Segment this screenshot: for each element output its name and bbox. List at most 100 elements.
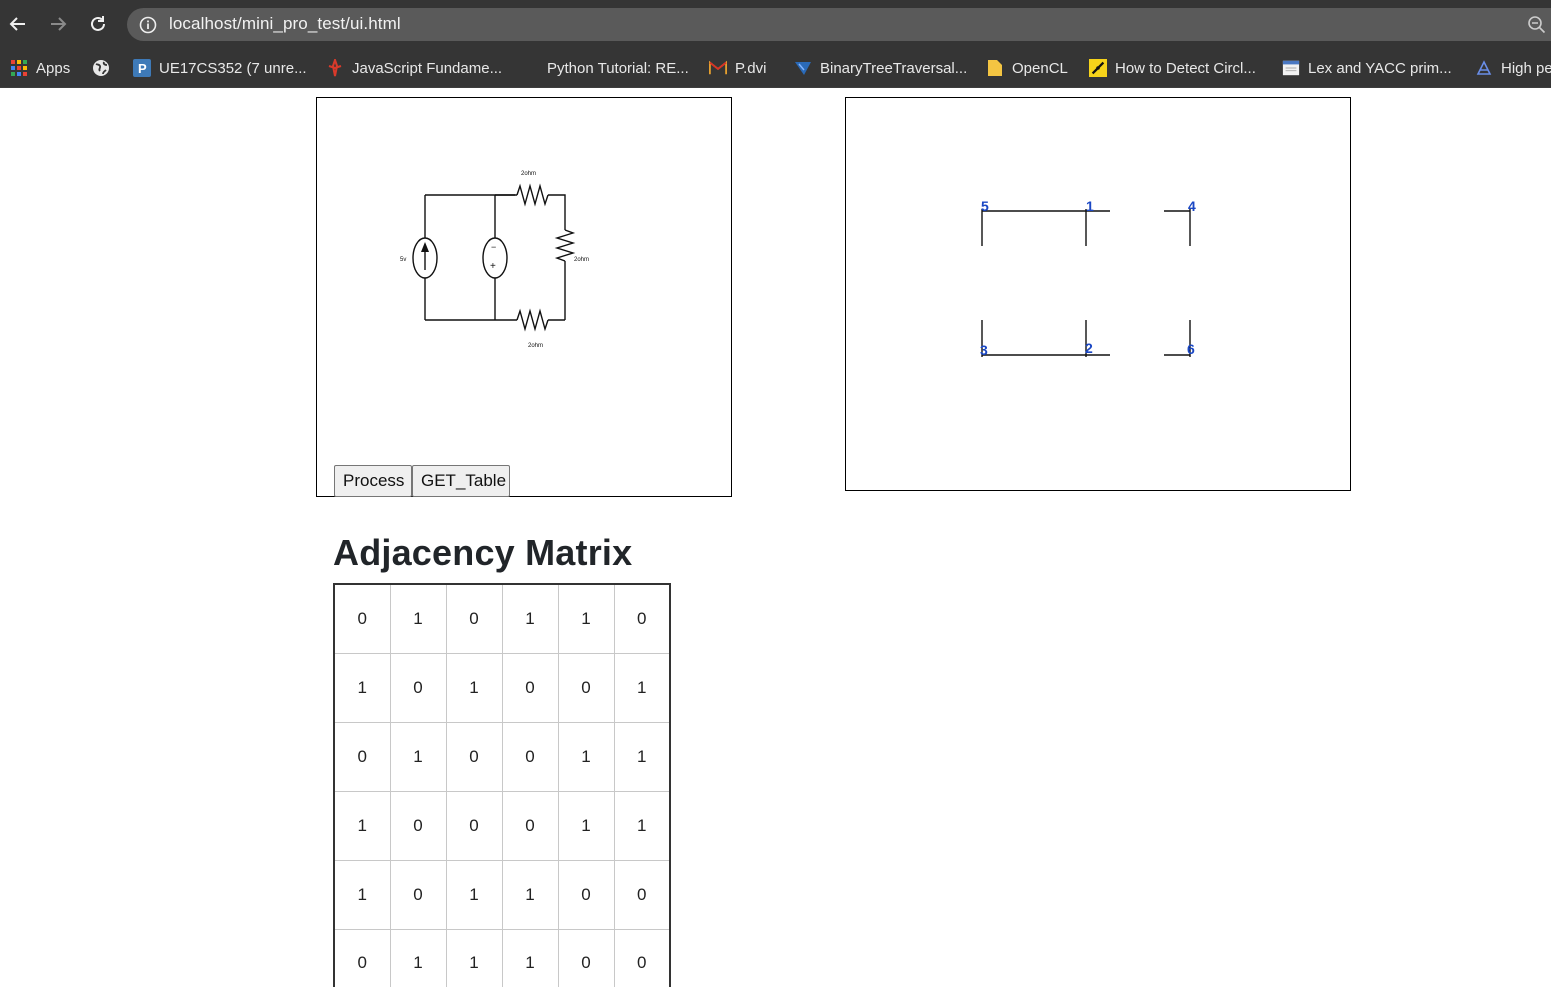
matrix-cell: 0 [389,652,447,723]
browser-toolbar: localhost/mini_pro_test/ui.html [0,0,1551,48]
js-icon [326,59,344,77]
node-label: 4 [1188,198,1196,214]
process-button[interactable]: Process [334,465,412,497]
matrix-cell: 1 [333,652,391,723]
matrix-cell: 0 [557,859,615,930]
url-text[interactable]: localhost/mini_pro_test/ui.html [169,14,401,34]
bookmark-pdvi[interactable]: P.dvi [709,54,766,82]
info-icon[interactable] [139,16,157,34]
matrix-cell: 0 [501,790,559,861]
matrix-cell: 1 [389,928,447,987]
matrix-cell: 1 [445,859,503,930]
matrix-cell: 0 [501,721,559,792]
table-row: 010011 [333,721,671,792]
matrix-cell: 0 [389,859,447,930]
matrix-cell: 1 [445,928,503,987]
bookmark-globe[interactable] [92,54,110,82]
bookmark-label: BinaryTreeTraversal... [820,59,968,77]
matrix-cell: 0 [557,652,615,723]
matrix-cell: 1 [445,652,503,723]
bookmark-label: High pe [1501,59,1551,77]
matrix-cell: 1 [501,859,559,930]
matrix-body: 010110101001010011100011101100011100 [333,583,671,987]
matrix-cell: 1 [613,790,671,861]
circuit-canvas: 5v − + 2ohm 2ohm 2ohm Process GET_Table [316,97,732,497]
dep-source-minus: − [491,242,496,252]
matrix-title: Adjacency Matrix [333,532,633,573]
matrix-cell: 0 [445,721,503,792]
matrix-cell: 0 [501,652,559,723]
node-label: 6 [1187,341,1195,357]
node-label: 3 [980,342,988,358]
bookmark-label: Apps [36,59,71,77]
source-label: 5v [400,257,406,263]
table-row: 010110 [333,583,671,654]
bookmark-detect-circles[interactable]: How to Detect Circl... [1089,54,1256,82]
node-label: 1 [1086,198,1094,214]
gmail-icon [709,59,727,77]
table-row: 011100 [333,928,671,987]
table-row: 101100 [333,859,671,930]
globe-icon [92,59,110,77]
bookmark-label: How to Detect Circl... [1115,59,1256,77]
blank-icon [521,59,539,77]
bookmark-label: OpenCL [1012,59,1068,77]
circuit-diagram: 5v − + 2ohm 2ohm 2ohm [400,171,589,349]
matrix-cell: 0 [333,928,391,987]
get-table-button[interactable]: GET_Table [412,465,510,497]
adjacency-matrix-table: 010110101001010011100011101100011100 [333,583,671,987]
node-label: 2 [1085,340,1093,356]
bookmark-lex-yacc[interactable]: Lex and YACC prim... [1282,54,1452,82]
piazza-icon: P [133,59,151,77]
zoom-icon[interactable] [1527,15,1547,35]
table-row: 101001 [333,652,671,723]
matrix-cell: 1 [389,721,447,792]
bookmark-label: Lex and YACC prim... [1308,59,1452,77]
forward-arrow-icon [51,17,67,31]
matrix-cell: 1 [557,583,615,654]
matrix-cell: 1 [333,859,391,930]
bookmark-label: UE17CS352 (7 unre... [159,59,307,77]
matrix-cell: 0 [557,928,615,987]
table-row: 100011 [333,790,671,861]
bookmark-python[interactable]: Python Tutorial: RE... [521,54,689,82]
bookmark-binary-tree[interactable]: BinaryTreeTraversal... [794,54,967,82]
reload-button[interactable] [86,11,110,37]
dep-source-plus: + [490,261,496,272]
top-resistor-label: 2ohm [521,171,536,177]
matrix-cell: 0 [613,859,671,930]
back-button[interactable] [6,11,30,37]
matrix-cell: 1 [557,790,615,861]
graph-diagram: 5 1 4 3 2 6 [980,198,1196,358]
back-arrow-icon [9,17,25,31]
matrix-cell: 0 [333,583,391,654]
svg-text:P: P [138,61,147,76]
pyimage-icon [1089,59,1107,77]
matrix-cell: 1 [613,652,671,723]
bookmark-piazza[interactable]: P UE17CS352 (7 unre... [133,54,307,82]
matrix-cell: 0 [389,790,447,861]
forward-button[interactable] [46,11,70,37]
node-label: 5 [981,198,989,214]
matrix-cell: 1 [333,790,391,861]
bookmark-opencl[interactable]: OpenCL [986,54,1068,82]
folder-icon [986,59,1004,77]
page-content: 5v − + 2ohm 2ohm 2ohm Process GET_Table [0,88,1551,987]
reload-icon [91,16,105,31]
matrix-cell: 1 [613,721,671,792]
matrix-cell: 0 [613,928,671,987]
highperf-icon [1475,59,1493,77]
matrix-cell: 0 [333,721,391,792]
bookmark-high-pe[interactable]: High pe [1475,54,1551,82]
right-resistor-label: 2ohm [574,257,589,263]
apps-grid-icon [10,59,28,77]
bookmark-javascript[interactable]: JavaScript Fundame... [326,54,502,82]
address-bar[interactable]: localhost/mini_pro_test/ui.html [127,8,1551,41]
bookmark-apps[interactable]: Apps [10,54,70,82]
matrix-cell: 0 [613,583,671,654]
matrix-cell: 1 [501,583,559,654]
bookmarks-bar: Apps P UE17CS352 (7 unre... JavaScript F… [0,48,1551,88]
matrix-cell: 1 [389,583,447,654]
browser-chrome: localhost/mini_pro_test/ui.html Apps P U… [0,0,1551,88]
bookmark-label: JavaScript Fundame... [352,59,503,77]
